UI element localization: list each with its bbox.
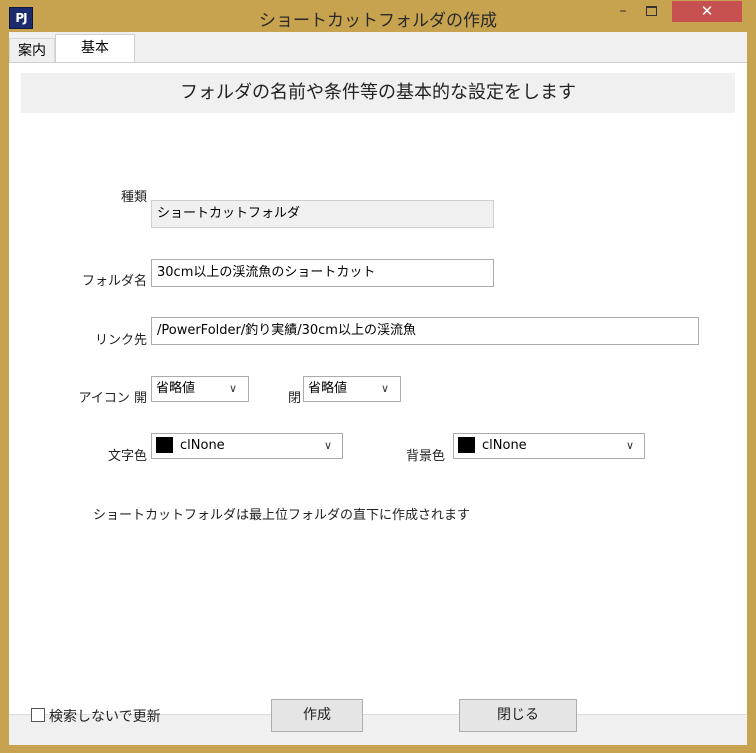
tab-panel-basic: フォルダの名前や条件等の基本的な設定をします 種類 ショートカットフォルダ フォ…	[9, 62, 747, 715]
icon-closed-value: 省略値	[308, 381, 348, 396]
folder-name-input[interactable]: 30cm以上の渓流魚のショートカット	[151, 259, 494, 287]
tab-guide[interactable]: 案内	[9, 38, 55, 62]
icon-open-value: 省略値	[156, 381, 196, 396]
bg-color-select[interactable]: clNone ∨	[453, 433, 645, 459]
icon-open-select[interactable]: 省略値 ∨	[151, 376, 249, 402]
minimize-button[interactable]: –	[609, 1, 637, 22]
chevron-down-icon: ∨	[324, 439, 333, 452]
maximize-icon	[645, 6, 657, 16]
minimize-icon: –	[619, 3, 627, 19]
section-banner: フォルダの名前や条件等の基本的な設定をします	[21, 73, 735, 113]
create-button[interactable]: 作成	[271, 699, 363, 732]
bg-color-swatch	[458, 436, 475, 453]
text-color-label: 文字色	[107, 449, 147, 464]
client-area: 案内 基本 フォルダの名前や条件等の基本的な設定をします 種類 ショートカットフ…	[9, 32, 747, 745]
folder-name-label: フォルダ名	[81, 274, 147, 289]
icon-closed-label: 閉	[287, 391, 301, 406]
icon-open-label: アイコン 開	[78, 391, 147, 406]
dialog-window: PJ ショートカットフォルダの作成 – ✕ 案内 基本 フォルダの名前や条件等の…	[0, 0, 756, 753]
close-button[interactable]: 閉じる	[459, 699, 577, 732]
tab-basic[interactable]: 基本	[55, 34, 135, 63]
tab-strip: 案内 基本	[9, 32, 747, 63]
no-search-label[interactable]: 検索しないで更新	[49, 706, 161, 726]
text-color-value: clNone	[180, 438, 225, 453]
title-bar[interactable]: PJ ショートカットフォルダの作成 – ✕	[1, 1, 755, 32]
maximize-button[interactable]	[637, 1, 665, 22]
close-window-button[interactable]: ✕	[672, 1, 742, 22]
kind-label: 種類	[120, 190, 147, 205]
chevron-down-icon: ∨	[626, 439, 635, 452]
link-target-label: リンク先	[94, 333, 147, 348]
link-target-input[interactable]: /PowerFolder/釣り実績/30cm以上の渓流魚	[151, 317, 699, 345]
kind-field: ショートカットフォルダ	[151, 200, 494, 228]
text-color-swatch	[156, 436, 173, 453]
icon-closed-select[interactable]: 省略値 ∨	[303, 376, 401, 402]
info-note: ショートカットフォルダは最上位フォルダの直下に作成されます	[93, 508, 471, 523]
chevron-down-icon: ∨	[229, 382, 238, 395]
bg-color-label: 背景色	[405, 449, 445, 464]
no-search-checkbox[interactable]	[31, 708, 45, 722]
text-color-select[interactable]: clNone ∨	[151, 433, 343, 459]
bg-color-value: clNone	[482, 438, 527, 453]
chevron-down-icon: ∨	[381, 382, 390, 395]
close-icon: ✕	[700, 2, 714, 20]
